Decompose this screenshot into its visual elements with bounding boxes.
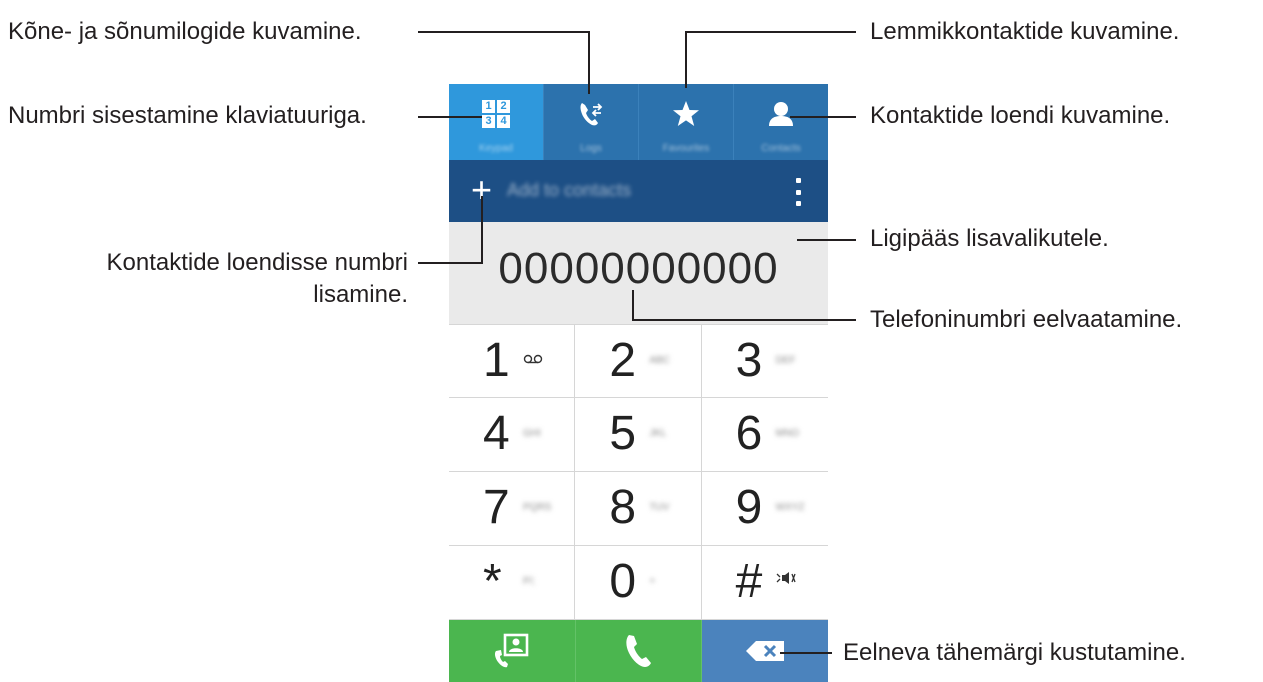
key-letters: +	[649, 576, 656, 587]
key-letters: JKL	[649, 428, 667, 439]
contact-card-call-icon	[449, 620, 575, 682]
key-letters: P/;	[523, 576, 536, 587]
key-digit: 8	[609, 481, 637, 534]
phone-dialer-screen: 1234 Keypad Logs Favourites Contacts + A…	[449, 84, 829, 682]
more-options-icon[interactable]	[796, 178, 802, 206]
key-letters: MNO	[775, 428, 799, 439]
action-bar: + Add to contacts	[449, 160, 828, 222]
tab-label: Favourites	[662, 143, 710, 154]
key-letters: WXYZ	[775, 502, 805, 513]
callout-logs: Kõne- ja sõnumilogide kuvamine.	[8, 18, 362, 45]
key-7[interactable]: 7 PQRS	[449, 472, 576, 546]
tab-bar: 1234 Keypad Logs Favourites Contacts	[449, 84, 828, 160]
key-hash[interactable]: #	[701, 546, 828, 620]
key-digit: 0	[609, 555, 637, 608]
key-9[interactable]: 9 WXYZ	[701, 472, 828, 546]
callout-favourites: Lemmikkontaktide kuvamine.	[870, 18, 1180, 45]
key-letters: PQRS	[523, 502, 552, 513]
voicemail-icon	[523, 349, 543, 369]
key-letters: ABC	[649, 355, 670, 366]
key-digit: #	[735, 555, 763, 608]
key-digit: 9	[735, 481, 763, 534]
callout-more-options: Ligipääs lisavalikutele.	[870, 225, 1109, 252]
key-letters: GHI	[523, 428, 541, 439]
key-digit: 4	[483, 407, 510, 460]
key-digit: 2	[609, 334, 637, 387]
callout-keypad: Numbri sisestamine klaviatuuriga.	[8, 102, 367, 129]
tab-logs[interactable]: Logs	[544, 84, 639, 160]
key-3[interactable]: 3 DEF	[701, 324, 828, 398]
phone-number-display: 00000000000	[498, 244, 779, 293]
key-digit: 7	[483, 481, 510, 534]
key-digit: 5	[609, 407, 637, 460]
key-digit: *	[483, 555, 502, 608]
key-0[interactable]: 0 +	[575, 546, 702, 620]
key-star[interactable]: * P/;	[449, 546, 576, 620]
key-digit: 6	[735, 407, 763, 460]
key-letters: DEF	[775, 355, 796, 366]
dial-keypad: 1 2 ABC 3 DEF 4 GHI 5 JKL 6 MNO 7 PQRS 8…	[449, 324, 828, 620]
key-letters: TUV	[649, 502, 670, 513]
add-to-contacts-label[interactable]: Add to contacts	[507, 180, 631, 201]
key-digit: 1	[483, 334, 510, 387]
call-button[interactable]	[575, 620, 703, 682]
callout-contacts: Kontaktide loendi kuvamine.	[870, 102, 1171, 129]
key-8[interactable]: 8 TUV	[575, 472, 702, 546]
callout-add-line2: lisamine.	[313, 281, 408, 308]
tab-keypad[interactable]: 1234 Keypad	[449, 84, 544, 160]
tab-label: Keypad	[479, 143, 513, 154]
callout-add-line1: Kontaktide loendisse numbri	[106, 249, 408, 276]
key-2[interactable]: 2 ABC	[575, 324, 702, 398]
key-6[interactable]: 6 MNO	[701, 398, 828, 472]
keypad-icon: 1234	[449, 98, 543, 130]
tab-label: Logs	[580, 143, 602, 154]
bottom-action-row	[449, 620, 829, 682]
key-digit: 3	[735, 334, 763, 387]
tab-label: Contacts	[761, 143, 801, 154]
key-1[interactable]: 1	[449, 324, 576, 398]
contact-icon	[734, 98, 828, 130]
plus-icon[interactable]: +	[471, 172, 497, 208]
tab-favourites[interactable]: Favourites	[639, 84, 734, 160]
callout-preview: Telefoninumbri eelvaatamine.	[870, 306, 1183, 333]
callout-delete: Eelneva tähemärgi kustutamine.	[843, 639, 1186, 666]
backspace-button[interactable]	[702, 620, 829, 682]
logs-icon	[544, 98, 638, 130]
number-preview-area: 00000000000	[449, 222, 828, 324]
key-5[interactable]: 5 JKL	[575, 398, 702, 472]
backspace-icon	[702, 620, 828, 682]
star-icon	[639, 98, 733, 130]
phone-icon	[576, 620, 702, 682]
mute-icon	[776, 570, 796, 590]
contacts-call-button[interactable]	[449, 620, 576, 682]
key-4[interactable]: 4 GHI	[449, 398, 576, 472]
tab-contacts[interactable]: Contacts	[734, 84, 828, 160]
